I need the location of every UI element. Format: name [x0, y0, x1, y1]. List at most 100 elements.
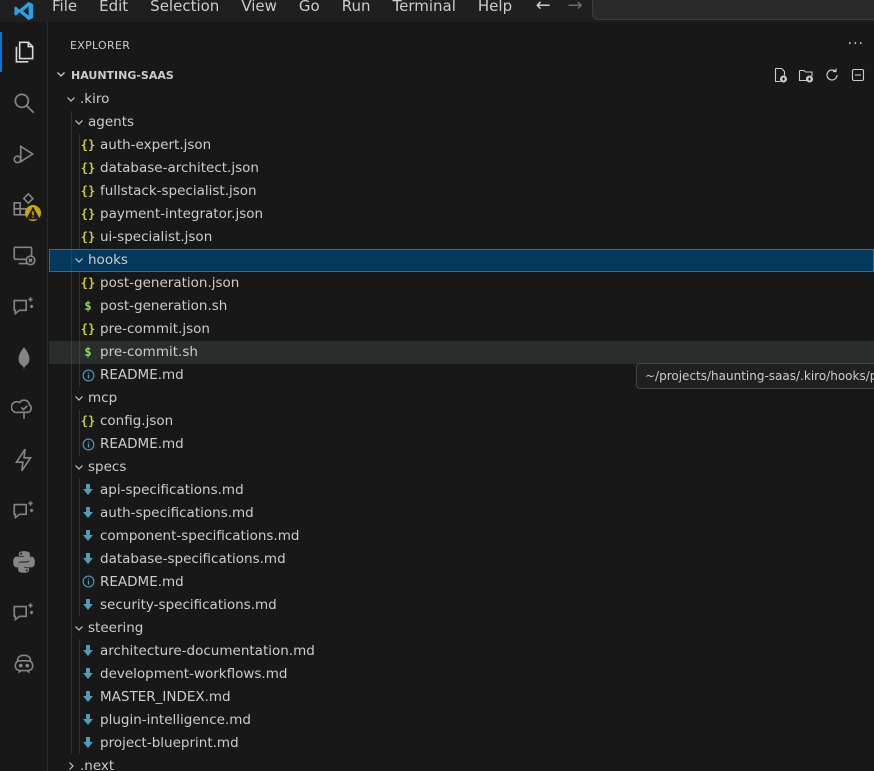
chat-sparkle-icon-3: [13, 603, 34, 622]
tree-file[interactable]: plugin-intelligence.md: [49, 708, 874, 732]
tree-folder[interactable]: steering: [49, 616, 874, 640]
mongodb-button[interactable]: [0, 334, 48, 382]
tree-file[interactable]: {} fullstack-specialist.json: [49, 179, 874, 203]
copilot-icon: [14, 654, 34, 674]
tree-folder[interactable]: .kiro: [49, 88, 874, 111]
chat-button-2[interactable]: [0, 487, 48, 535]
chevron-down-icon[interactable]: [71, 392, 87, 404]
menu-edit[interactable]: Edit: [88, 0, 139, 22]
chat-sparkle-icon: [13, 297, 34, 316]
new-folder-icon[interactable]: [796, 66, 816, 84]
tree-folder[interactable]: specs: [49, 455, 874, 479]
indent-guide: [79, 340, 80, 364]
tree-file[interactable]: {} post-generation.json: [49, 271, 874, 295]
menu-run[interactable]: Run: [331, 0, 382, 22]
remote-explorer-button[interactable]: [0, 232, 48, 280]
tree-file[interactable]: $ post-generation.sh: [49, 294, 874, 318]
tree-item-label: post-generation.json: [100, 275, 240, 292]
indent-guide: [71, 271, 72, 295]
json-file-icon: {}: [80, 322, 96, 337]
tree-file[interactable]: architecture-documentation.md: [49, 639, 874, 663]
title-bar: File Edit Selection View Go Run Terminal Help ←…: [0, 0, 874, 22]
indent-guide: [71, 202, 72, 226]
refresh-icon[interactable]: [822, 66, 842, 84]
tree-file[interactable]: MASTER_INDEX.md: [49, 685, 874, 709]
menu-terminal[interactable]: Terminal: [382, 0, 467, 22]
indent-guide: [71, 685, 72, 709]
tree-folder[interactable]: mcp: [49, 386, 874, 410]
new-file-icon[interactable]: [770, 66, 790, 84]
tree-check-button[interactable]: [0, 385, 48, 433]
section-actions: [770, 66, 868, 84]
tree-file[interactable]: $ pre-commit.sh: [49, 340, 874, 364]
tree-item-label: config.json: [100, 413, 174, 430]
indent-guide: [71, 317, 72, 341]
tree-item-label: steering: [88, 619, 144, 636]
chevron-right-icon[interactable]: [63, 760, 79, 771]
tree-file[interactable]: component-specifications.md: [49, 524, 874, 548]
tree-item-label: hooks: [88, 252, 128, 269]
back-arrow-icon[interactable]: ←: [527, 0, 559, 22]
indent-guide: [79, 409, 80, 433]
tree-file[interactable]: development-workflows.md: [49, 662, 874, 686]
tree-file[interactable]: {} database-architect.json: [49, 156, 874, 180]
extensions-button[interactable]: [0, 181, 48, 229]
menu-file[interactable]: File: [48, 0, 88, 22]
lightning-icon: [14, 448, 33, 472]
indent-guide: [79, 156, 80, 180]
chevron-down-icon[interactable]: [71, 254, 87, 266]
chat-button[interactable]: [0, 283, 48, 331]
chevron-down-icon[interactable]: [71, 116, 87, 128]
indent-guide: [71, 110, 72, 134]
tree-item-label: security-specifications.md: [100, 596, 277, 613]
menu-help[interactable]: Help: [467, 0, 523, 22]
tree-file[interactable]: README.md: [49, 432, 874, 456]
explorer-button[interactable]: [0, 28, 48, 76]
lightning-button[interactable]: [0, 436, 48, 484]
chevron-down-icon[interactable]: [71, 461, 87, 473]
indent-guide: [71, 363, 72, 387]
tree-file[interactable]: {} auth-expert.json: [49, 133, 874, 157]
tree-item-label: .next: [80, 757, 115, 771]
chat-button-3[interactable]: [0, 589, 48, 637]
tree-file[interactable]: security-specifications.md: [49, 593, 874, 617]
more-actions-icon[interactable]: ···: [848, 36, 864, 52]
tree-file[interactable]: {} config.json: [49, 409, 874, 433]
menu-selection[interactable]: Selection: [139, 0, 230, 22]
tree-file[interactable]: database-specifications.md: [49, 547, 874, 571]
tree-item-label: development-workflows.md: [100, 665, 288, 682]
tree-file[interactable]: api-specifications.md: [49, 478, 874, 502]
command-center[interactable]: [592, 0, 874, 20]
menu-go[interactable]: Go: [288, 0, 331, 22]
indent-guide: [71, 639, 72, 663]
tree-folder[interactable]: agents: [49, 110, 874, 134]
chevron-down-icon[interactable]: [71, 622, 87, 634]
forward-arrow-icon[interactable]: →: [559, 0, 591, 22]
python-button[interactable]: [0, 538, 48, 586]
copilot-button[interactable]: [0, 640, 48, 688]
tree-item-label: plugin-intelligence.md: [100, 711, 251, 728]
tree-file[interactable]: {} pre-commit.json: [49, 317, 874, 341]
tree-folder[interactable]: hooks: [49, 248, 874, 272]
run-debug-button[interactable]: [0, 130, 48, 178]
tree-file[interactable]: {} ui-specialist.json: [49, 225, 874, 249]
indent-guide: [79, 524, 80, 548]
tree-file[interactable]: auth-specifications.md: [49, 501, 874, 525]
tree-folder[interactable]: .next: [49, 754, 874, 771]
tree-file[interactable]: README.md: [49, 570, 874, 594]
tree-file[interactable]: project-blueprint.md: [49, 731, 874, 755]
menu-view[interactable]: View: [230, 0, 288, 22]
json-file-icon: {}: [80, 414, 96, 429]
tree-item-label: database-architect.json: [100, 160, 259, 177]
collapse-all-icon[interactable]: [848, 66, 868, 84]
remote-explorer-icon: [13, 246, 36, 266]
tree-file[interactable]: {} payment-integrator.json: [49, 202, 874, 226]
workspace-section-header[interactable]: HAUNTING-SAAS: [49, 63, 874, 87]
indent-guide: [79, 432, 80, 456]
markdown-file-icon: [80, 483, 96, 496]
chevron-down-icon[interactable]: [63, 93, 79, 105]
vscode-logo-icon[interactable]: [0, 0, 48, 22]
indent-guide: [71, 708, 72, 732]
search-button[interactable]: [0, 79, 48, 127]
tree-item-label: specs: [88, 458, 127, 475]
